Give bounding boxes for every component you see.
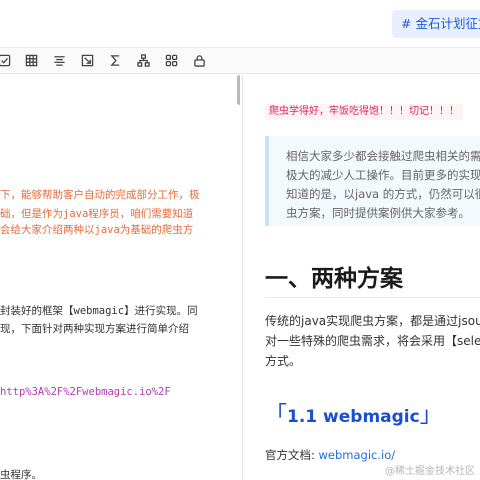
paragraph-line: 方式。	[265, 354, 302, 368]
top-bar: # 金石计划征文活	[0, 0, 480, 48]
blockquote-line: 虫方案，同时提供案例供大家参考。	[286, 206, 470, 220]
blockquote-line: 知道的是，以java 的方式，仍然可以很方	[286, 187, 480, 201]
align-icon[interactable]	[52, 53, 66, 67]
paragraph-line: 传统的java实现爬虫方案，都是通过jsoup的方	[265, 314, 480, 328]
editor-line: http%3A%2F%2Fwebmagic.io%2F	[0, 386, 171, 398]
doc-link[interactable]: webmagic.io/	[319, 448, 396, 462]
heading-1: 一、两种方案	[265, 266, 403, 292]
inline-code-highlight: 爬虫学得好，牢饭吃得饱！！！切记！！！	[265, 104, 463, 120]
heading-bracket-open: 「	[265, 403, 288, 428]
doc-label: 官方文档:	[265, 448, 319, 462]
watermark: @稀土掘金技术社区	[385, 466, 475, 477]
editor-line: 会给大家介绍两种以java为基础的爬虫方	[0, 224, 194, 236]
editor-toolbar	[0, 48, 480, 74]
heading-bracket-close: 」	[419, 403, 442, 428]
blockquote-line: 相信大家多少都会接触过爬虫相关的需求	[286, 149, 480, 163]
sum-icon[interactable]	[108, 53, 122, 67]
heading-underline	[265, 297, 480, 298]
doc-link-line: 官方文档: webmagic.io/	[265, 447, 395, 463]
editor-line: 封装好的框架【webmagic】进行实现。同	[0, 305, 198, 317]
checkbox-icon[interactable]	[0, 53, 11, 67]
editor-line: 现，下面针对两种实现方案进行简单介绍	[0, 323, 189, 335]
editor-scrollbar[interactable]	[237, 75, 240, 105]
heading-2-text: 1.1 webmagic	[287, 407, 420, 427]
heading-2: 「1.1 webmagic」	[265, 397, 442, 429]
lock-icon[interactable]	[192, 53, 206, 67]
table-icon[interactable]	[24, 53, 38, 67]
editor-line: 础，但是作为java程序员，咱们需要知道	[0, 208, 194, 220]
editor-line: 下，能够帮助客户自动的完成部分工作，极	[0, 189, 200, 201]
markdown-preview: 爬虫学得好，牢饭吃得饱！！！切记！！！ 相信大家多少都会接触过爬虫相关的需求 极…	[243, 75, 480, 480]
image-icon[interactable]	[80, 53, 94, 67]
grid-icon[interactable]	[164, 53, 178, 67]
hierarchy-icon[interactable]	[136, 53, 150, 67]
topic-tag-chip[interactable]: # 金石计划征文活	[392, 10, 480, 38]
markdown-editor[interactable]: 下，能够帮助客户自动的完成部分工作，极 础，但是作为java程序员，咱们需要知道…	[0, 75, 240, 480]
paragraph-line: 对一些特殊的爬虫需求，将会采用【seleniu	[265, 334, 480, 348]
editor-line: 虫程序。	[0, 469, 42, 480]
blockquote: 相信大家多少都会接触过爬虫相关的需求 极大的减少人工操作。目前更多的实现方 知道…	[265, 136, 480, 226]
blockquote-line: 极大的减少人工操作。目前更多的实现方	[286, 168, 480, 182]
